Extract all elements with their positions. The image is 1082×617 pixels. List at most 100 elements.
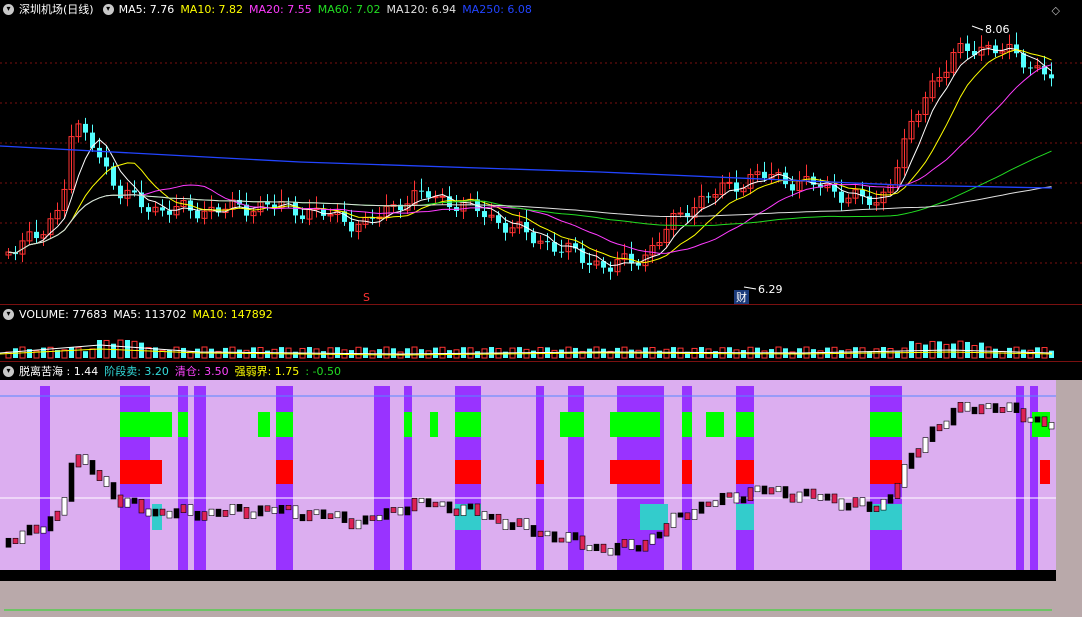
indicator-bar (152, 508, 159, 517)
indicator-bar (194, 510, 201, 521)
indicator-bar (425, 498, 432, 508)
indicator-bar (978, 404, 985, 415)
candle-body-down (839, 191, 844, 203)
indicator-chart[interactable] (0, 362, 1082, 617)
indicator-bottom-band (0, 570, 1056, 581)
volume-bar (363, 347, 368, 358)
indicator-panel[interactable]: ▾ 脱离苦海 : 1.44 阶段卖: 3.20 清仓: 3.50 强弱界: 1.… (0, 362, 1082, 617)
indicator-bar (138, 499, 145, 514)
volume-bar (439, 346, 446, 359)
indicator-bar (691, 509, 698, 520)
candle-body-down (993, 45, 998, 54)
indicator-toggle-icon[interactable]: ▾ (3, 365, 14, 377)
ma120-label: MA120: 6.94 (386, 2, 457, 16)
indicator-bar (446, 501, 453, 514)
volume-bar (307, 347, 312, 358)
indicator-bar (292, 505, 299, 519)
indicator-bar (33, 524, 40, 534)
volume-bar (761, 350, 768, 359)
indicator-bar (957, 402, 964, 413)
indicator-bar (887, 494, 894, 504)
indicator-bar (523, 518, 530, 530)
candle-body-down (636, 262, 641, 266)
volume-panel[interactable]: ▾ VOLUME: 77683 MA5: 113702 MA10: 147892 (0, 305, 1082, 362)
volume-toggle-icon[interactable]: ▾ (3, 308, 14, 320)
volume-ma5-label: MA5: 113702 (113, 307, 187, 321)
settings-diamond-icon[interactable]: ◇ (1052, 4, 1060, 17)
indicator-bar (180, 504, 187, 513)
candle-body-down (545, 241, 550, 243)
volume-bar (243, 349, 250, 359)
candlestick-chart[interactable]: 8.06 6.29 财 S (0, 0, 1082, 305)
ma5-line (8, 47, 1052, 267)
indicator-bar (222, 510, 229, 517)
candle-body-down (34, 231, 39, 239)
price-chart-panel[interactable]: ▾ 深圳机场(日线) ▾ MA5: 7.76 MA10: 7.82 MA20: … (0, 0, 1082, 305)
volume-bar (951, 343, 956, 358)
indicator-bar (334, 511, 341, 519)
ma10-label: MA10: 7.82 (180, 2, 244, 16)
indicator-bar (1041, 416, 1048, 427)
indicator-bar (628, 539, 635, 550)
indicator-bar (271, 506, 278, 514)
indicator-bar (467, 503, 474, 510)
indicator-bar (859, 497, 866, 507)
panel-toggle-icon[interactable]: ▾ (3, 3, 14, 15)
volume-bar (69, 347, 74, 358)
indicator-zone-red (610, 460, 660, 484)
indicator-bar (201, 511, 208, 521)
indicator-bar (117, 494, 124, 508)
ma-toggle-icon[interactable]: ▾ (102, 3, 114, 15)
indicator-bar (502, 518, 509, 530)
indicator-bar (173, 508, 180, 519)
indicator-zone-green (258, 412, 270, 437)
volume-bar (125, 340, 130, 358)
indicator-zone-green (706, 412, 724, 437)
indicator-bar (677, 512, 684, 518)
indicator-bar (880, 498, 887, 511)
indicator-bar (670, 512, 677, 528)
indicator-bar (348, 518, 355, 530)
candle-body-down (104, 157, 109, 167)
indicator-bar (1034, 416, 1041, 423)
indicator-bar (250, 511, 257, 519)
indicator-bar (306, 510, 313, 522)
indicator-bar (47, 516, 54, 532)
indicator-bar (586, 545, 593, 552)
indicator-bar (943, 420, 950, 429)
candle-body-down (118, 185, 123, 199)
volume-header: ▾ VOLUME: 77683 MA5: 113702 MA10: 147892 (0, 305, 279, 323)
indicator-bar (796, 491, 803, 503)
volume-bar (355, 346, 362, 359)
volume-bar (145, 346, 152, 359)
ma60-line (8, 150, 1052, 254)
indicator-clear-label: 清仓: 3.50 (174, 365, 229, 378)
indicator-bar (355, 519, 362, 530)
volume-bar (383, 346, 390, 359)
candle-body-down (83, 123, 88, 133)
indicator-bar (89, 460, 96, 475)
indicator-bar (607, 548, 614, 556)
indicator-bar (740, 496, 747, 504)
indicator-bar (747, 487, 754, 501)
indicator-bar (985, 403, 992, 410)
volume-bar (391, 348, 396, 358)
candle-body-up (677, 212, 684, 215)
indicator-bar (68, 462, 75, 502)
indicator-bar (453, 508, 460, 516)
indicator-bar (390, 507, 397, 513)
candle-body-down (496, 215, 501, 223)
indicator-bar (712, 500, 719, 507)
indicator-bar (215, 508, 222, 517)
candle-body-down (482, 211, 487, 218)
high-price-pointer (971, 25, 984, 31)
volume-bar (405, 348, 410, 358)
indicator-bar (817, 494, 824, 501)
indicator-zone-green (120, 412, 172, 437)
volume-bar (845, 349, 852, 359)
volume-bar (629, 349, 634, 358)
indicator-bar (894, 482, 901, 499)
candle-body-down (1049, 74, 1054, 79)
candle-body-down (965, 43, 970, 51)
volume-bar (181, 347, 186, 358)
